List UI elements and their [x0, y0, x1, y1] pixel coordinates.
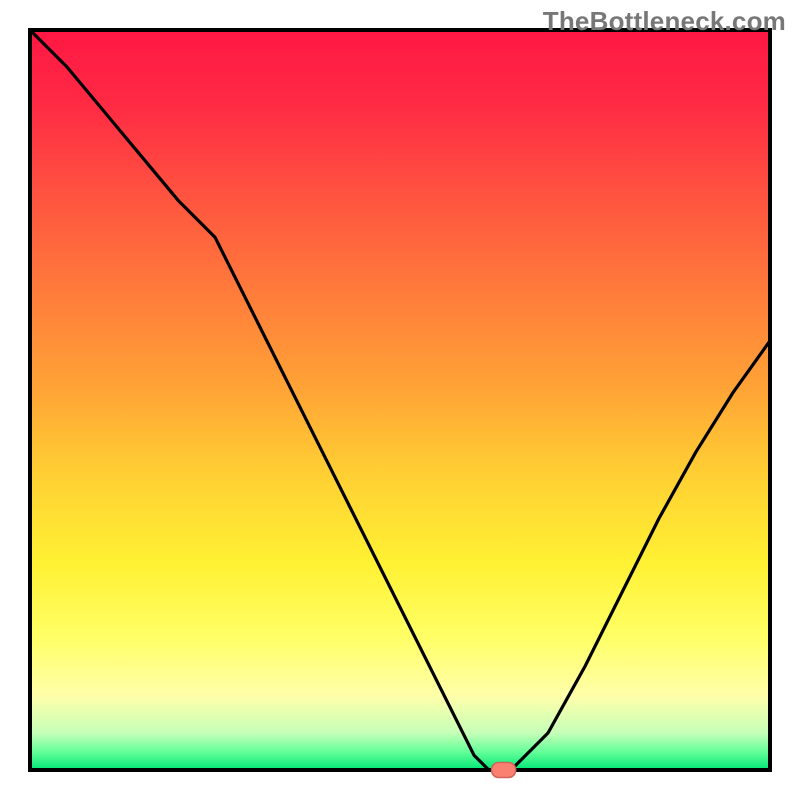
chart-container: TheBottleneck.com	[0, 0, 800, 800]
watermark-text: TheBottleneck.com	[543, 6, 786, 37]
bottleneck-chart	[0, 0, 800, 800]
optimal-marker	[492, 763, 516, 778]
plot-background	[30, 30, 770, 770]
